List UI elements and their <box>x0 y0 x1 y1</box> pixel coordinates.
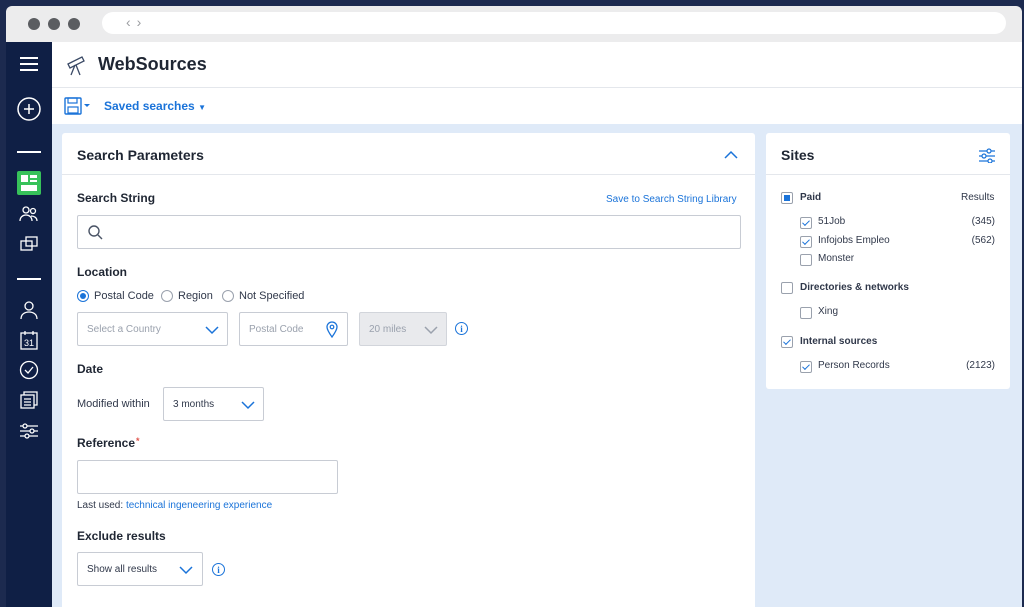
postal-code-input[interactable]: Postal Code <box>239 312 348 346</box>
saved-searches-dropdown[interactable]: Saved searches ▼ <box>104 99 206 113</box>
radio-not-specified-label: Not Specified <box>239 290 305 302</box>
search-string-label: Search String <box>77 191 156 205</box>
location-label: Location <box>77 265 127 279</box>
radio-postal-code-label: Postal Code <box>94 290 154 302</box>
toolbar: Saved searches ▼ <box>52 88 1022 124</box>
minimize-window-dot[interactable] <box>48 18 60 30</box>
search-string-input[interactable] <box>77 215 741 249</box>
last-used-label: Last used: <box>77 500 124 511</box>
reference-label: Reference* <box>77 436 140 450</box>
checkbox-group-directories[interactable] <box>781 282 793 294</box>
check-circle-icon[interactable] <box>6 358 52 382</box>
postal-code-placeholder: Postal Code <box>249 324 304 335</box>
add-circle-icon[interactable] <box>6 97 52 121</box>
last-used-link[interactable]: technical ingeneering experience <box>126 500 272 511</box>
main-content: Search Parameters Search String Save to … <box>52 124 1022 607</box>
info-icon[interactable]: i <box>455 322 468 335</box>
people-icon[interactable] <box>6 202 52 226</box>
exclude-results-select[interactable]: Show all results <box>77 552 203 586</box>
group-label-directories: Directories & networks <box>800 282 909 293</box>
save-icon <box>64 97 90 115</box>
site-label-person-records: Person Records <box>818 360 890 371</box>
chevron-down-icon <box>424 326 438 335</box>
checkbox-group-paid[interactable] <box>781 192 793 204</box>
person-icon[interactable] <box>6 298 52 322</box>
documents-icon[interactable] <box>6 388 52 412</box>
date-label: Date <box>77 362 104 376</box>
sites-panel: Sites Results Paid 51Job (345) Infojobs … <box>766 133 1010 389</box>
location-pin-icon <box>326 321 338 338</box>
panel-divider <box>766 174 1010 175</box>
chevron-down-icon <box>241 401 255 410</box>
exclude-results-label: Exclude results <box>77 529 166 543</box>
maximize-window-dot[interactable] <box>68 18 80 30</box>
back-forward-icon[interactable]: ‹› <box>126 14 147 30</box>
chevron-down-icon <box>179 566 193 575</box>
country-placeholder: Select a Country <box>87 324 161 335</box>
search-parameters-panel: Search Parameters Search String Save to … <box>62 133 755 607</box>
sites-title: Sites <box>781 147 815 163</box>
country-select[interactable]: Select a Country <box>77 312 228 346</box>
checkbox-site-infojobs[interactable] <box>800 236 812 248</box>
modified-within-select[interactable]: 3 months <box>163 387 264 421</box>
panel-divider <box>62 174 755 175</box>
reference-input[interactable] <box>77 460 338 494</box>
checkbox-site-monster[interactable] <box>800 254 812 266</box>
app-header: WebSources <box>52 42 1022 88</box>
group-label-internal: Internal sources <box>800 336 878 347</box>
last-used-row: Last used: technical ingeneering experie… <box>77 500 272 511</box>
folders-icon[interactable] <box>6 232 52 256</box>
telescope-icon <box>66 54 88 76</box>
search-icon <box>88 225 103 240</box>
site-label-xing: Xing <box>818 306 839 317</box>
chevron-down-icon <box>205 326 219 335</box>
collapse-chevron-icon[interactable] <box>724 150 738 159</box>
radio-not-specified[interactable] <box>222 290 234 302</box>
url-bar[interactable]: ‹› <box>102 12 1006 34</box>
site-label-monster: Monster <box>818 253 855 264</box>
save-to-library-link[interactable]: Save to Search String Library <box>606 194 737 205</box>
checkbox-site-51job[interactable] <box>800 217 812 229</box>
save-search-button[interactable] <box>64 97 92 115</box>
exclude-results-value: Show all results <box>87 564 158 575</box>
modified-within-label: Modified within <box>77 398 150 410</box>
site-count-infojobs: (562) <box>971 235 995 246</box>
dashboard-icon[interactable] <box>6 171 52 195</box>
caret-down-icon: ▼ <box>198 103 206 112</box>
radius-select: 20 miles <box>359 312 447 346</box>
close-window-dot[interactable] <box>28 18 40 30</box>
sidebar-divider <box>17 278 41 280</box>
filter-settings-icon[interactable] <box>978 148 996 163</box>
site-count-51job: (345) <box>971 216 995 227</box>
site-count-person-records: (2123) <box>966 360 995 371</box>
saved-searches-label: Saved searches <box>104 99 195 113</box>
app-window: 31 WebSources Saved searches ▼ Search Pa… <box>6 42 1022 607</box>
radio-postal-code[interactable] <box>77 290 89 302</box>
checkbox-group-internal[interactable] <box>781 336 793 348</box>
sidebar: 31 <box>6 42 52 607</box>
calendar-day-text: 31 <box>24 338 34 348</box>
modified-within-value: 3 months <box>173 399 215 410</box>
reference-label-text: Reference <box>77 436 136 450</box>
checkbox-site-person-records[interactable] <box>800 361 812 373</box>
results-header: Results <box>961 192 995 203</box>
sliders-icon[interactable] <box>6 419 52 443</box>
radio-region-label: Region <box>178 290 213 302</box>
radius-value: 20 miles <box>369 324 407 335</box>
calendar-icon[interactable]: 31 <box>6 328 52 352</box>
site-label-infojobs: Infojobs Empleo <box>818 235 890 246</box>
info-icon[interactable]: i <box>212 563 225 576</box>
checkbox-site-xing[interactable] <box>800 307 812 319</box>
site-label-51job: 51Job <box>818 216 846 227</box>
browser-chrome: ‹› <box>6 6 1022 42</box>
required-mark: * <box>136 436 140 446</box>
app-title: WebSources <box>98 54 207 74</box>
radio-region[interactable] <box>161 290 173 302</box>
menu-icon[interactable] <box>6 52 52 76</box>
panel-title: Search Parameters <box>77 147 204 163</box>
group-label-paid: Paid <box>800 192 822 203</box>
sidebar-divider <box>17 151 41 153</box>
